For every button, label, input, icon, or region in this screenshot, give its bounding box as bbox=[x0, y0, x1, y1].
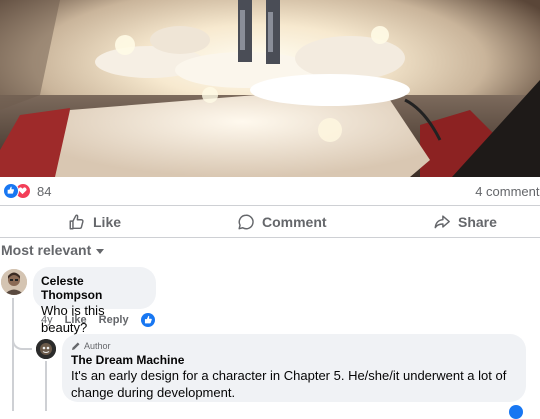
reaction-count[interactable]: 84 bbox=[37, 184, 51, 199]
avatar-image bbox=[36, 339, 56, 359]
reactions-summary: 84 4 comments bbox=[0, 177, 540, 205]
share-arrow-icon bbox=[434, 214, 450, 228]
like-button[interactable]: Like bbox=[68, 206, 121, 237]
like-icon[interactable] bbox=[141, 313, 155, 327]
chevron-down-icon bbox=[96, 248, 105, 254]
reaction-icon[interactable] bbox=[509, 405, 523, 419]
comment-like-link[interactable]: Like bbox=[65, 314, 87, 326]
comment-button-label: Comment bbox=[262, 213, 327, 230]
comment-reply-link[interactable]: Reply bbox=[99, 314, 129, 326]
comment-bubble-icon bbox=[238, 214, 254, 229]
thread-connector bbox=[12, 336, 32, 350]
comment-meta: 4y Like Reply bbox=[41, 314, 141, 326]
avatar[interactable] bbox=[36, 339, 56, 359]
comment-age[interactable]: 4y bbox=[41, 314, 53, 326]
author-badge: Author bbox=[71, 340, 517, 352]
like-button-label: Like bbox=[93, 213, 122, 230]
pencil-icon bbox=[72, 342, 80, 350]
avatar-image bbox=[1, 269, 27, 295]
comment-author[interactable]: The Dream Machine bbox=[71, 353, 517, 367]
thread-line bbox=[12, 298, 14, 411]
thread-line bbox=[45, 361, 47, 411]
like-reaction-icon bbox=[3, 183, 19, 199]
reply-bubble: Author The Dream Machine It's an early d… bbox=[62, 334, 526, 402]
post-photo[interactable] bbox=[0, 0, 540, 177]
share-button[interactable]: Share bbox=[433, 206, 497, 237]
avatar[interactable] bbox=[1, 269, 27, 295]
comment-button[interactable]: Comment bbox=[237, 206, 327, 237]
divider bbox=[0, 237, 540, 238]
post-actions: Like Comment Share bbox=[0, 206, 540, 237]
author-badge-label: Author bbox=[84, 341, 111, 351]
share-button-label: Share bbox=[458, 213, 497, 230]
comment-text: It's an early design for a character in … bbox=[71, 368, 507, 400]
comment-sort-dropdown[interactable]: Most relevant bbox=[1, 242, 105, 258]
comment-bubble: Celeste Thompson Who is this beauty? bbox=[33, 267, 156, 335]
comment-author[interactable]: Celeste Thompson bbox=[41, 274, 148, 302]
sort-label: Most relevant bbox=[1, 242, 92, 258]
reaction-icons[interactable] bbox=[3, 183, 33, 199]
comment-count[interactable]: 4 comments bbox=[475, 184, 540, 199]
photo-scene bbox=[0, 0, 540, 177]
thumbs-up-icon bbox=[69, 214, 84, 229]
